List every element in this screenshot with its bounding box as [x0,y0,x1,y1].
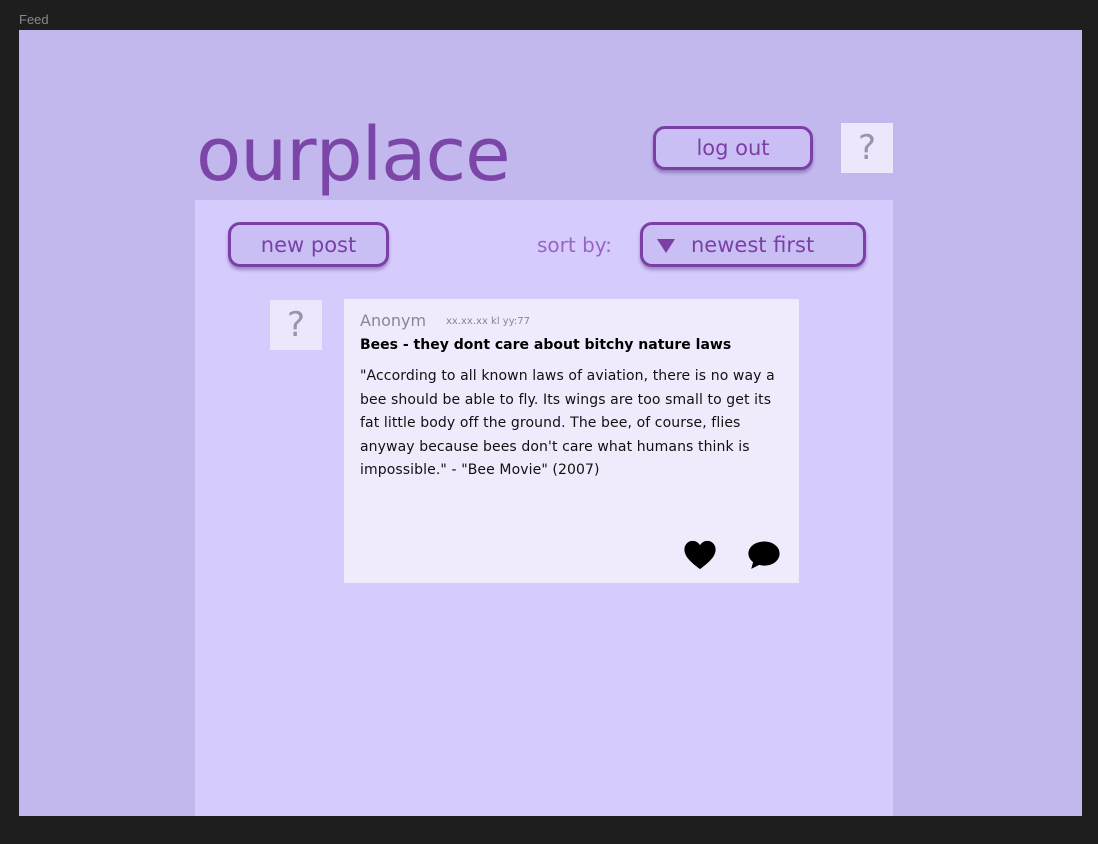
post-actions [683,539,781,571]
new-post-button[interactable]: new post [228,222,389,267]
profile-avatar[interactable]: ? [841,123,893,173]
dropdown-triangle-icon [657,239,675,253]
logout-button[interactable]: log out [653,126,813,170]
sort-label: sort by: [537,233,612,257]
post-timestamp: xx.xx.xx kl yy:77 [446,316,530,327]
post-body: "According to all known laws of aviation… [360,368,775,479]
sort-dropdown[interactable]: newest first [640,222,866,267]
sort-value: newest first [691,232,815,257]
frame-label: Feed [19,12,49,27]
post-author: Anonym [360,311,427,330]
feed-frame: ourplace log out ? new post sort by: new… [19,30,1082,816]
post-card: Anonym xx.xx.xx kl yy:77 Bees - they don… [344,299,799,583]
feed-panel: new post sort by: newest first ? Anonym … [195,200,893,816]
app-logo: ourplace [196,112,511,198]
heart-icon[interactable] [683,539,717,571]
post-author-avatar: ? [270,300,322,350]
comment-icon[interactable] [747,539,781,571]
post-title: Bees - they dont care about bitchy natur… [360,337,732,353]
